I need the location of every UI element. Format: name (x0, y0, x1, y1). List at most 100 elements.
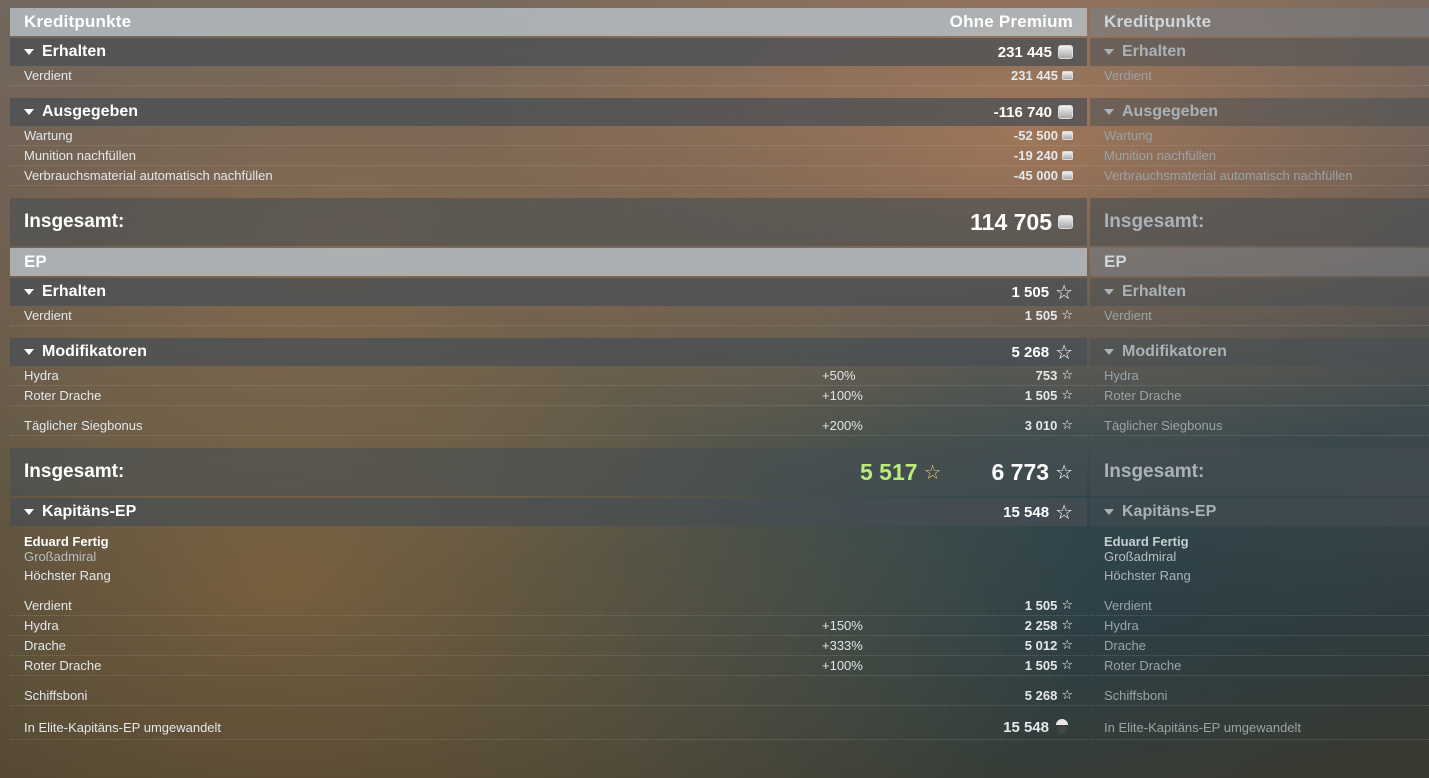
row-label: Verdient (1104, 598, 1152, 613)
row-label: Roter Drache (24, 658, 102, 673)
row-value: 5 012 (1024, 638, 1058, 653)
credit-coin-icon (1058, 215, 1073, 229)
collapse-triangle-icon[interactable] (1104, 289, 1114, 295)
captain-xp-section[interactable]: Kapitäns-EP (1090, 498, 1429, 526)
credits-spent-value: -116 740 (993, 103, 1052, 121)
xp-modifiers-section[interactable]: Modifikatoren 5 268 ☆ (10, 338, 1087, 366)
collapse-triangle-icon[interactable] (24, 349, 34, 355)
list-item: Verdient (1090, 66, 1429, 86)
xp-modifiers-section[interactable]: Modifikatoren (1090, 338, 1429, 366)
star-icon: ☆ (1061, 598, 1073, 613)
section-label: Modifikatoren (42, 343, 147, 360)
xp-modifiers-value: 5 268 (1011, 343, 1050, 361)
row-label: Verdient (24, 308, 72, 323)
list-item: Hydra (1090, 366, 1429, 386)
xp-earned-section[interactable]: Erhalten 1 505 ☆ (10, 278, 1087, 306)
star-icon: ☆ (1055, 460, 1073, 484)
row-value: 231 445 (1011, 68, 1058, 83)
credit-coin-icon (1058, 45, 1073, 59)
credits-spent-section[interactable]: Ausgegeben -116 740 (10, 98, 1087, 126)
credits-total: Insgesamt: (1090, 198, 1429, 246)
row-label: Munition nachfüllen (1104, 148, 1217, 163)
credits-total: Insgesamt: 114 705 (10, 198, 1087, 246)
row-label: Hydra (1104, 368, 1139, 383)
elite-converted-row: In Elite-Kapitäns-EP umgewandelt 15 548 (10, 716, 1087, 740)
row-label: In Elite-Kapitäns-EP umgewandelt (1104, 720, 1302, 735)
section-label: Kapitäns-EP (1122, 503, 1217, 520)
row-value: 1 505 (1024, 388, 1058, 403)
star-icon: ☆ (1055, 500, 1073, 524)
credits-header: Kreditpunkte Ohne Premium (10, 8, 1087, 36)
credits-earned-section[interactable]: Erhalten (1090, 38, 1429, 66)
row-value: 2 258 (1024, 618, 1058, 633)
captain-rank: Großadmiral (24, 549, 97, 564)
row-label: Verdient (1104, 68, 1152, 83)
list-item: Hydra +50% 753 ☆ (10, 366, 1087, 386)
list-item: Hydra +150% 2 258 ☆ (10, 616, 1087, 636)
collapse-triangle-icon[interactable] (1104, 509, 1114, 515)
section-label: Kapitäns-EP (42, 503, 137, 520)
section-label: Ausgegeben (1122, 103, 1219, 120)
row-label: Wartung (1104, 128, 1153, 143)
row-label: Roter Drache (1104, 388, 1182, 403)
star-icon: ☆ (1055, 280, 1073, 304)
row-percent: +100% (822, 388, 863, 403)
row-label: Schiffsboni (1104, 688, 1168, 703)
captain-info: Eduard Fertig Großadmiral (10, 526, 1087, 564)
row-label: Verdient (24, 598, 72, 613)
xp-earned-section[interactable]: Erhalten (1090, 278, 1429, 306)
xp-title: EP (24, 252, 47, 271)
section-label: Erhalten (42, 283, 107, 300)
credits-title: Kreditpunkte (24, 12, 132, 31)
row-percent: +50% (822, 368, 856, 383)
collapse-triangle-icon[interactable] (24, 509, 34, 515)
list-item: Wartung -52 500 (10, 126, 1087, 146)
captain-info: Eduard Fertig Großadmiral (1090, 526, 1429, 564)
list-item: Roter Drache +100% 1 505 ☆ (10, 386, 1087, 406)
row-label: Hydra (24, 618, 59, 633)
star-icon: ☆ (1061, 638, 1073, 653)
list-item: Drache (1090, 636, 1429, 656)
row-label: Verdient (1104, 308, 1152, 323)
row-label: Verbrauchsmaterial automatisch nachfülle… (1104, 168, 1353, 183)
list-item: Täglicher Siegbonus (1090, 416, 1429, 436)
collapse-triangle-icon[interactable] (1104, 349, 1114, 355)
row-label: Drache (1104, 638, 1146, 653)
results-premium-column: Kreditpunkte Erhalten Verdient Ausgegebe… (1090, 8, 1429, 740)
collapse-triangle-icon[interactable] (24, 109, 34, 115)
collapse-triangle-icon[interactable] (24, 49, 34, 55)
collapse-triangle-icon[interactable] (1104, 109, 1114, 115)
row-value: -45 000 (1013, 168, 1058, 183)
row-label: Wartung (24, 128, 73, 143)
xp-header: EP (1090, 248, 1429, 276)
star-icon: ☆ (1061, 308, 1073, 323)
captain-xp-section[interactable]: Kapitäns-EP 15 548 ☆ (10, 498, 1087, 526)
credits-earned-section[interactable]: Erhalten 231 445 (10, 38, 1087, 66)
row-percent: +150% (822, 618, 863, 633)
list-item: Wartung (1090, 126, 1429, 146)
row-value: 1 505 (1024, 308, 1058, 323)
credits-spent-section[interactable]: Ausgegeben (1090, 98, 1429, 126)
credits-earned-value: 231 445 (997, 43, 1052, 61)
credits-earned-row: Verdient 231 445 (10, 66, 1087, 86)
collapse-triangle-icon[interactable] (1104, 49, 1114, 55)
star-icon: ☆ (1061, 618, 1073, 633)
row-value: 15 548 (1003, 719, 1049, 736)
credit-coin-icon (1062, 171, 1073, 180)
star-icon: ☆ (1055, 340, 1073, 364)
row-label: Hydra (1104, 618, 1139, 633)
list-item: Roter Drache (1090, 386, 1429, 406)
column-label: Ohne Premium (949, 12, 1073, 31)
list-item: Verbrauchsmaterial automatisch nachfülle… (1090, 166, 1429, 186)
collapse-triangle-icon[interactable] (24, 289, 34, 295)
list-item: Verdient 1 505 ☆ (10, 596, 1087, 616)
row-percent: +200% (822, 418, 863, 433)
row-value: 5 268 (1024, 688, 1058, 703)
list-item: Roter Drache +100% 1 505 ☆ (10, 656, 1087, 676)
list-item: Verbrauchsmaterial automatisch nachfülle… (10, 166, 1087, 186)
xp-total: Insgesamt: 5 517 ☆ 6 773 ☆ (10, 448, 1087, 496)
row-value: -52 500 (1013, 128, 1058, 143)
xp-total-highlight-value: 5 517 (860, 458, 918, 485)
list-item: Roter Drache (1090, 656, 1429, 676)
list-item: Verdient (1090, 306, 1429, 326)
